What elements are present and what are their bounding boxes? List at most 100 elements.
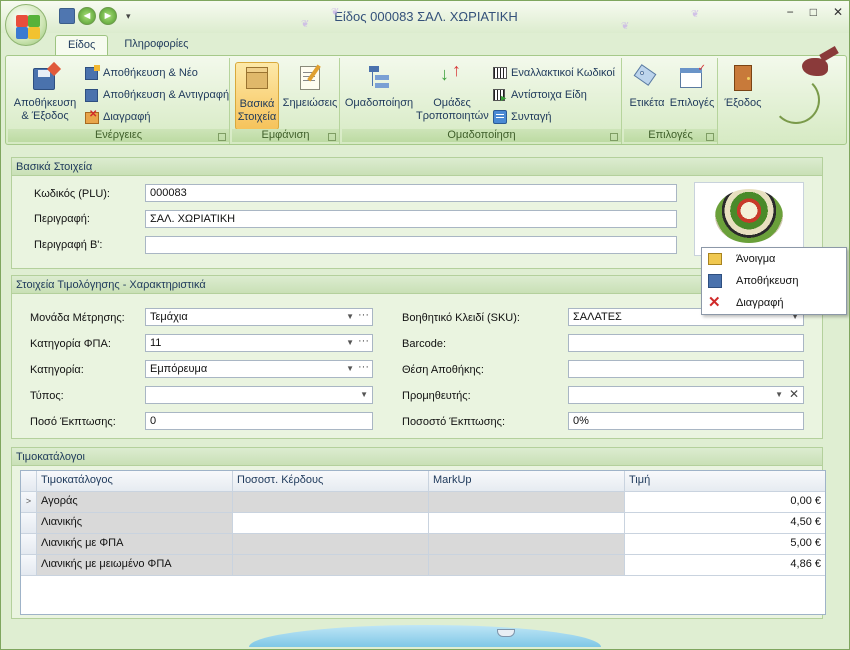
- image-context-menu: Άνοιγμα Αποθήκευση ✕ Διαγραφή: [701, 247, 847, 315]
- butterfly-icon: ❦: [301, 19, 310, 30]
- maximize-button[interactable]: □: [810, 5, 817, 19]
- group-options: Ετικέτα ✓ Επιλογές Επιλογές: [624, 58, 718, 144]
- forward-icon[interactable]: ►: [99, 7, 117, 25]
- discount-pct-label: Ποσοστό Έκπτωσης:: [402, 416, 506, 428]
- location-label: Θέση Αποθήκης:: [402, 364, 484, 376]
- delete-icon: ✕: [708, 294, 721, 311]
- back-icon[interactable]: ◄: [78, 7, 96, 25]
- main-content: Βασικά Στοιχεία Κωδικός (PLU): 000083 Πε…: [5, 149, 831, 625]
- group-label-view: Εμφάνιση: [232, 129, 339, 142]
- column-header[interactable]: MarkUp: [429, 471, 625, 491]
- save-exit-button[interactable]: Αποθήκευση & Έξοδος: [10, 61, 80, 123]
- pricelists-grid: Τιμοκατάλογος Ποσοστ. Κέρδους MarkUp Τιμ…: [20, 470, 826, 615]
- label-button[interactable]: Ετικέτα: [626, 62, 668, 110]
- code-label: Κωδικός (PLU):: [34, 188, 110, 200]
- menu-item-delete[interactable]: ✕ Διαγραφή: [702, 292, 846, 314]
- category-select[interactable]: Εμπόρευμα ▼ ···: [145, 360, 373, 378]
- close-button[interactable]: ✕: [833, 5, 843, 19]
- description2-label: Περιγραφή Β':: [34, 239, 103, 251]
- discount-amount-field[interactable]: 0: [145, 412, 373, 430]
- recipe-button[interactable]: Συνταγή: [492, 108, 551, 126]
- supplier-select[interactable]: ▼ ✕: [568, 386, 804, 404]
- menu-item-open[interactable]: Άνοιγμα: [702, 248, 846, 270]
- recipe-icon: [492, 109, 508, 125]
- pricelists-panel: Τιμοκατάλογοι Τιμοκατάλογος Ποσοστ. Κέρδ…: [11, 447, 826, 619]
- delete-button[interactable]: ✕ Διαγραφή: [84, 108, 151, 126]
- tree-icon: [363, 62, 395, 94]
- vat-label: Κατηγορία ΦΠΑ:: [30, 338, 111, 350]
- unit-label: Μονάδα Μέτρησης:: [30, 312, 125, 324]
- type-select[interactable]: ▼: [145, 386, 373, 404]
- group-label-actions: Ενέργειες: [8, 129, 229, 142]
- save-copy-button[interactable]: Αποθήκευση & Αντιγραφή: [84, 86, 229, 104]
- sku-label: Βοηθητικό Κλειδί (SKU):: [402, 312, 520, 324]
- description2-field[interactable]: [145, 236, 677, 254]
- dialog-launcher-icon[interactable]: [218, 133, 226, 141]
- dialog-launcher-icon[interactable]: [328, 133, 336, 141]
- description-label: Περιγραφή:: [34, 213, 90, 225]
- unit-select[interactable]: Τεμάχια ▼ ···: [145, 308, 373, 326]
- panel-title: Βασικά Στοιχεία: [12, 158, 822, 176]
- alt-codes-button[interactable]: Εναλλακτικοί Κωδικοί: [492, 64, 615, 82]
- butterfly-icon: ❦: [691, 9, 700, 20]
- open-folder-icon: [708, 253, 722, 265]
- panel-title: Τιμοκατάλογοι: [12, 448, 822, 466]
- discount-pct-field[interactable]: 0%: [568, 412, 804, 430]
- dialog-launcher-icon[interactable]: [610, 133, 618, 141]
- notes-button[interactable]: Σημειώσεις: [282, 62, 338, 110]
- minimize-button[interactable]: −: [787, 5, 794, 19]
- save-icon[interactable]: [59, 8, 75, 24]
- application-menu-button[interactable]: [5, 4, 47, 46]
- clear-icon[interactable]: ✕: [789, 388, 799, 400]
- notes-icon: [294, 62, 326, 94]
- tag-icon: [631, 62, 663, 94]
- save-copy-icon: [84, 87, 100, 103]
- butterfly-icon: ❦: [621, 21, 630, 32]
- table-row[interactable]: Λιανικής 4,50 €: [21, 513, 825, 534]
- delete-box-icon: ✕: [84, 109, 100, 125]
- table-row[interactable]: Λιανικής με μειωμένο ΦΠΑ 4,86 €: [21, 555, 825, 576]
- barcode-field[interactable]: [568, 334, 804, 352]
- options-icon: ✓: [676, 62, 708, 94]
- tab-item[interactable]: Είδος: [55, 35, 109, 55]
- dialog-launcher-icon[interactable]: [706, 133, 714, 141]
- code-field[interactable]: 000083: [145, 184, 677, 202]
- chevron-down-icon[interactable]: ▾: [126, 11, 131, 22]
- location-field[interactable]: [568, 360, 804, 378]
- category-label: Κατηγορία:: [30, 364, 84, 376]
- butterfly-icon: ❦: [331, 7, 340, 18]
- column-header[interactable]: Ποσοστ. Κέρδους: [233, 471, 429, 491]
- grouping-button[interactable]: Ομαδοποίηση: [344, 62, 414, 110]
- group-view: Βασικά Στοιχεία Σημειώσεις Εμφάνιση: [232, 58, 340, 144]
- table-row[interactable]: Λιανικής με ΦΠΑ 5,00 €: [21, 534, 825, 555]
- wave-decoration: [249, 625, 601, 647]
- description-field[interactable]: ΣΑΛ. ΧΩΡΙΑΤΙΚΗ: [145, 210, 677, 228]
- save-icon: [708, 274, 722, 288]
- table-row[interactable]: > Αγοράς 0,00 €: [21, 492, 825, 513]
- barcode-icon: [492, 65, 508, 81]
- ribbon: Αποθήκευση & Έξοδος Αποθήκευση & Νέο Απο…: [5, 46, 847, 145]
- group-actions: Αποθήκευση & Έξοδος Αποθήκευση & Νέο Απο…: [8, 58, 230, 144]
- menu-item-save[interactable]: Αποθήκευση: [702, 270, 846, 292]
- modifier-groups-button[interactable]: ↓ ↑ Ομάδες Τροποποιητών: [416, 60, 489, 123]
- basic-info-button[interactable]: Βασικά Στοιχεία: [235, 62, 279, 130]
- vat-select[interactable]: 11 ▼ ···: [145, 334, 373, 352]
- save-new-button[interactable]: Αποθήκευση & Νέο: [84, 64, 198, 82]
- column-header[interactable]: Τιμοκατάλογος: [37, 471, 233, 491]
- group-grouping: Ομαδοποίηση ↓ ↑ Ομάδες Τροποποιητών Εναλ…: [342, 58, 622, 144]
- product-image[interactable]: [694, 182, 804, 256]
- barcode-arrow-icon: ►: [492, 87, 508, 103]
- boat-decoration: [497, 629, 515, 637]
- arrows-icon: ↓ ↑: [440, 60, 461, 84]
- options-button[interactable]: ✓ Επιλογές: [668, 62, 716, 110]
- title-bar: Είδος 000083 ΣΑΛ. ΧΩΡΙΑΤΙΚΗ ◄ ► ▾ − □ ✕ …: [1, 1, 849, 33]
- box-icon: [241, 63, 273, 95]
- door-exit-icon: [727, 62, 759, 94]
- related-items-button[interactable]: ► Αντίστοιχα Είδη: [492, 86, 587, 104]
- group-exit: Έξοδος: [720, 58, 766, 144]
- column-header[interactable]: Τιμή: [625, 471, 825, 491]
- app-window: Είδος 000083 ΣΑΛ. ΧΩΡΙΑΤΙΚΗ ◄ ► ▾ − □ ✕ …: [0, 0, 850, 650]
- exit-button[interactable]: Έξοδος: [722, 62, 764, 110]
- quick-access-toolbar: ◄ ► ▾: [59, 7, 131, 25]
- tab-info[interactable]: Πληροφορίες: [112, 35, 200, 55]
